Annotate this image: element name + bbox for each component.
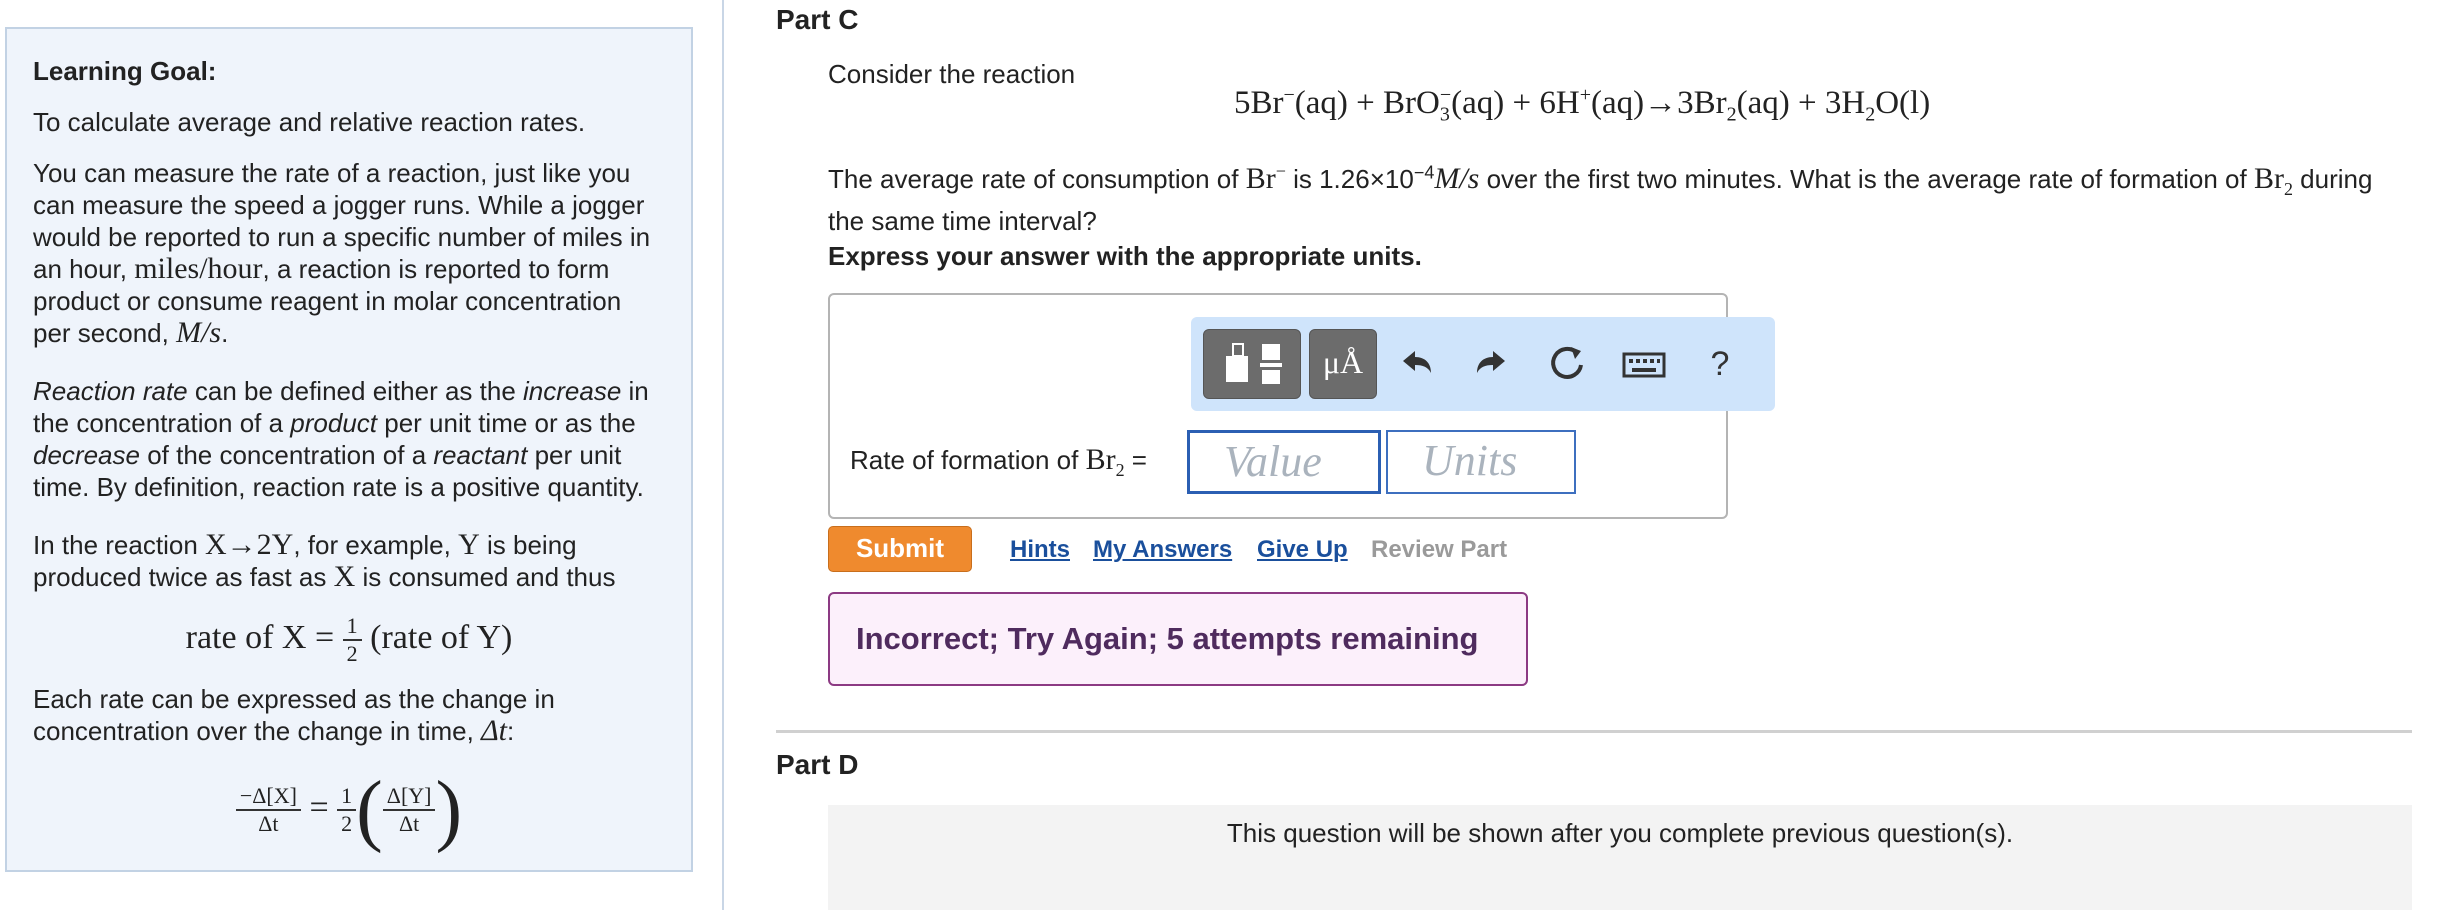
answer-box: μÅ ? Rate of formation of Br2 = Value Un… bbox=[828, 293, 1775, 519]
reaction-equation: 5Br−(aq) + BrO3−(aq) + 6H+(aq)→3Br2(aq) … bbox=[1234, 84, 1931, 126]
value-input[interactable]: Value bbox=[1187, 430, 1381, 494]
definition-paragraph: Reaction rate can be defined either as t… bbox=[33, 376, 649, 502]
units-button[interactable]: μÅ bbox=[1309, 329, 1377, 399]
submit-button[interactable]: Submit bbox=[828, 526, 972, 572]
example-paragraph: In the reaction X→2Y, for example, Y is … bbox=[33, 528, 616, 593]
my-answers-link[interactable]: My Answers bbox=[1093, 536, 1232, 564]
half-fraction: 12 bbox=[342, 613, 362, 667]
learning-goal-text: To calculate average and relative reacti… bbox=[33, 107, 586, 137]
review-part-link[interactable]: Review Part bbox=[1371, 536, 1507, 564]
consider-text: Consider the reaction bbox=[828, 59, 1076, 89]
rate-relation-equation: rate of X = 12 (rate of Y) bbox=[185, 613, 513, 667]
question-text: The average rate of consumption of Br− i… bbox=[828, 161, 2373, 236]
hints-link[interactable]: Hints bbox=[1010, 536, 1070, 564]
feedback-message: Incorrect; Try Again; 5 attempts remaini… bbox=[828, 592, 1528, 686]
rate-label: Rate of formation of Br2 = bbox=[850, 443, 1147, 480]
redo-icon[interactable] bbox=[1467, 339, 1517, 389]
change-paragraph: Each rate can be expressed as the change… bbox=[33, 684, 555, 747]
keyboard-icon[interactable] bbox=[1619, 339, 1669, 389]
learning-goal-panel: Learning Goal: To calculate average and … bbox=[5, 27, 693, 872]
rate-change-equation: −Δ[X] Δt = 1 2(Δ[Y] Δt) bbox=[33, 753, 665, 863]
help-icon[interactable]: ? bbox=[1695, 339, 1745, 389]
locked-part-message: This question will be shown after you co… bbox=[828, 805, 2412, 910]
give-up-link[interactable]: Give Up bbox=[1257, 536, 1348, 564]
main-content: Part C Consider the reaction 5Br−(aq) + … bbox=[724, 0, 2442, 910]
section-divider bbox=[776, 730, 2412, 733]
templates-icon bbox=[1226, 343, 1282, 384]
part-c-title: Part C bbox=[776, 4, 859, 35]
undo-icon[interactable] bbox=[1391, 339, 1441, 389]
templates-button[interactable] bbox=[1203, 329, 1301, 399]
instruction-text: Express your answer with the appropriate… bbox=[828, 241, 1422, 271]
learning-goal-title: Learning Goal: bbox=[33, 56, 217, 86]
units-input[interactable]: Units bbox=[1386, 430, 1576, 494]
part-d-title: Part D bbox=[776, 749, 859, 780]
reset-icon[interactable] bbox=[1543, 339, 1593, 389]
math-toolbar: μÅ ? bbox=[1191, 317, 1775, 411]
sidebar: Learning Goal: To calculate average and … bbox=[0, 0, 724, 910]
intro-paragraph: You can measure the rate of a reaction, … bbox=[33, 158, 651, 349]
